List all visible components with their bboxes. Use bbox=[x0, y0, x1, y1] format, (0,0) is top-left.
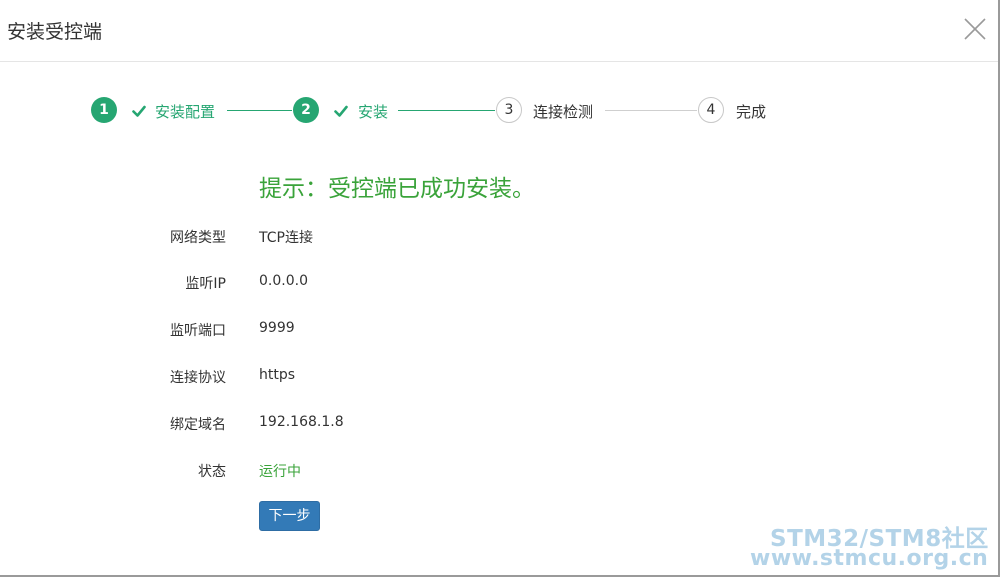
bound-domain-label: 绑定域名 bbox=[170, 417, 226, 433]
watermark-url: www.stmcu.org.cn bbox=[750, 546, 989, 571]
step-3-circle: 3 bbox=[496, 97, 522, 123]
listen-port-value: 9999 bbox=[259, 320, 295, 336]
check-icon bbox=[334, 105, 348, 117]
step-2-circle: 2 bbox=[293, 97, 319, 123]
step-connector-2 bbox=[398, 110, 495, 111]
step-2-label: 安装 bbox=[358, 103, 389, 121]
network-type-label: 网络类型 bbox=[170, 230, 226, 246]
close-button[interactable] bbox=[962, 16, 988, 42]
listen-ip-value: 0.0.0.0 bbox=[259, 273, 308, 289]
step-3-label: 连接检测 bbox=[533, 103, 594, 121]
close-icon bbox=[964, 18, 986, 40]
install-dialog: 安装受控端 1 安装配置 2 安装 3 连接检测 4 完成 提示：受控端已成功安… bbox=[0, 0, 1000, 577]
protocol-label: 连接协议 bbox=[170, 370, 226, 386]
dialog-title: 安装受控端 bbox=[7, 21, 103, 43]
bound-domain-value: 192.168.1.8 bbox=[259, 414, 344, 430]
check-icon bbox=[132, 105, 146, 117]
listen-port-label: 监听端口 bbox=[170, 323, 226, 339]
step-connector-3 bbox=[605, 110, 697, 111]
step-4-label: 完成 bbox=[736, 103, 767, 121]
next-step-button[interactable]: 下一步 bbox=[259, 501, 320, 531]
success-hint: 提示：受控端已成功安装。 bbox=[259, 176, 535, 202]
step-connector-1 bbox=[227, 110, 292, 111]
dialog-header: 安装受控端 bbox=[0, 0, 998, 62]
step-1-circle: 1 bbox=[91, 97, 117, 123]
protocol-value: https bbox=[259, 367, 296, 383]
network-type-value: TCP连接 bbox=[259, 230, 313, 246]
listen-ip-label: 监听IP bbox=[185, 276, 226, 292]
status-label: 状态 bbox=[198, 464, 226, 480]
step-1-label: 安装配置 bbox=[155, 103, 216, 121]
status-value: 运行中 bbox=[259, 464, 301, 480]
step-4-circle: 4 bbox=[698, 97, 724, 123]
